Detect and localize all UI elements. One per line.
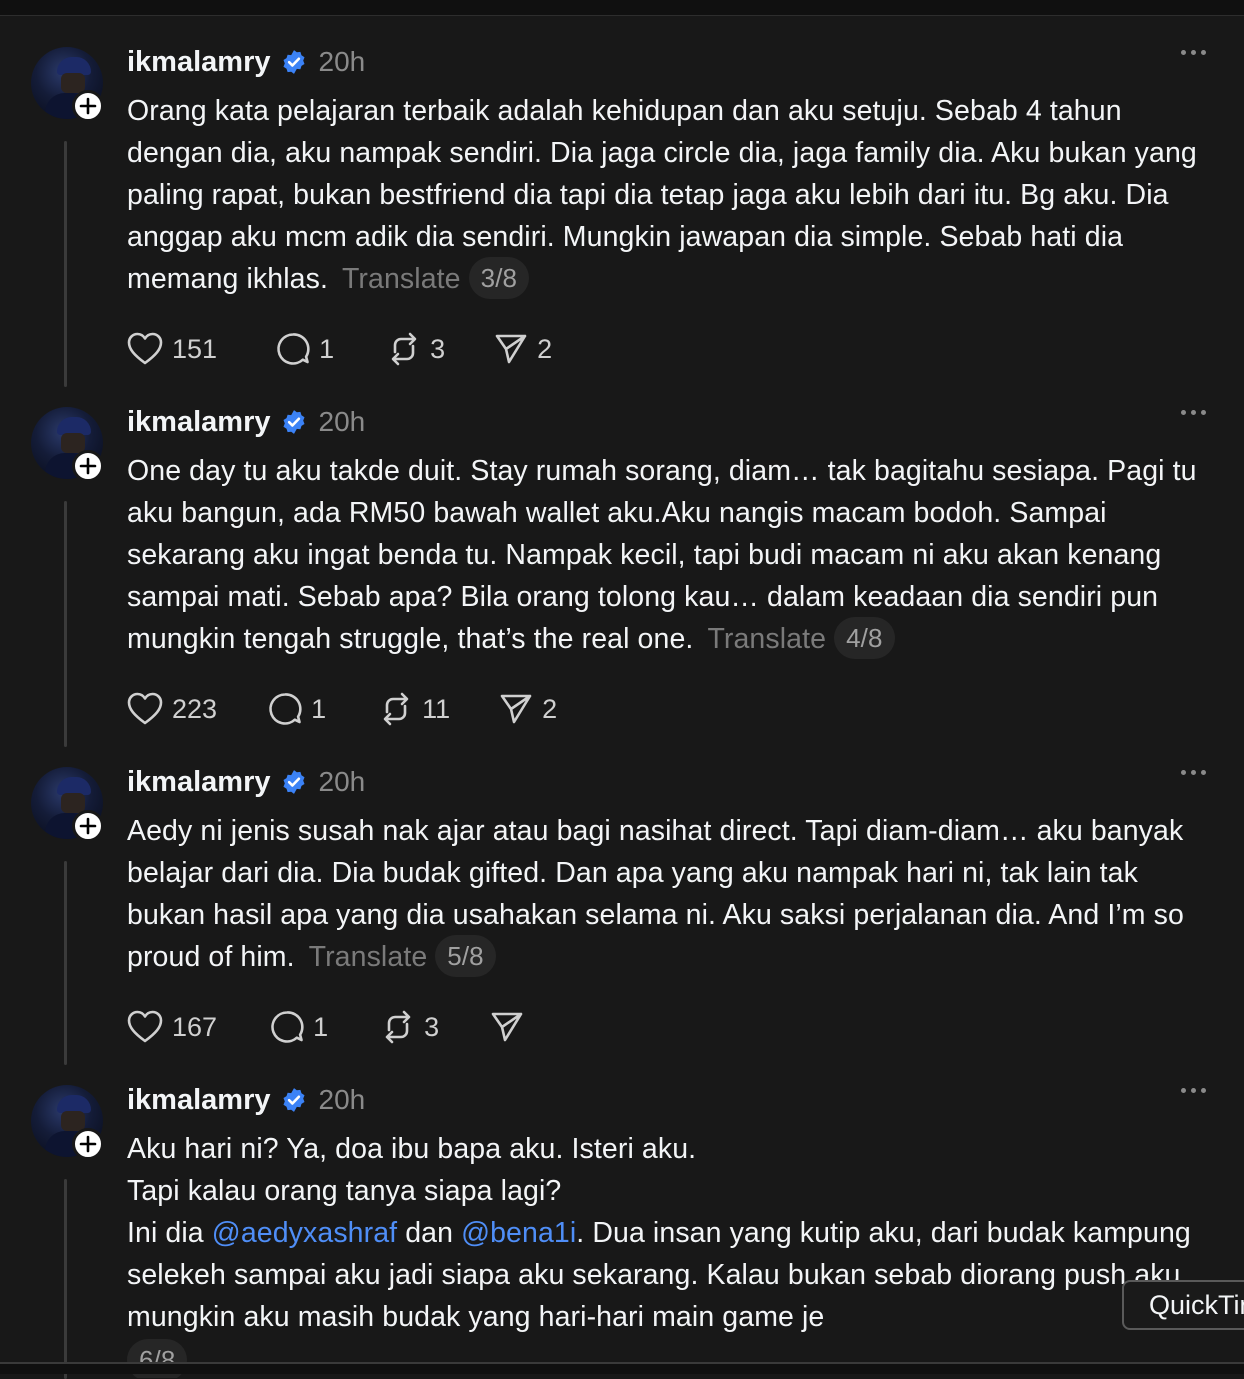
more-options-icon[interactable] [1181,1088,1206,1093]
post-text: Aedy ni jenis susah nak ajar atau bagi n… [127,810,1212,979]
repost-count: 11 [422,693,451,724]
like-button[interactable]: 151 [126,331,217,367]
verified-badge-icon [282,770,305,794]
thread-pager-badge: 4/8 [834,617,895,660]
repost-button[interactable]: 11 [378,691,450,727]
thread-line [64,501,67,747]
reply-button[interactable]: 1 [275,331,334,367]
mention-link[interactable]: @bena1i [461,1217,576,1249]
comment-icon [271,1011,304,1043]
repost-count: 3 [430,333,446,364]
translate-link[interactable]: Translate [342,263,461,295]
repost-button[interactable]: 3 [380,1009,439,1045]
post-text: Aku hari ni? Ya, doa ibu bapa aku. Ister… [127,1128,1212,1378]
more-options-icon[interactable] [1181,50,1206,55]
thread-post: ikmalamry 20h One day tu aku takde duit.… [0,376,1244,747]
send-icon [495,334,527,364]
follow-plus-icon[interactable] [72,810,104,842]
heart-icon [127,1010,163,1043]
follow-plus-icon[interactable] [72,1128,104,1160]
verified-badge-icon [282,50,305,74]
repost-icon [383,692,409,726]
reply-button[interactable]: 1 [267,691,326,727]
top-bar [0,0,1244,16]
heart-icon [127,332,163,365]
username[interactable]: ikmalamry [127,766,271,799]
post-time: 20h [318,1084,366,1115]
thread-pager-badge: 5/8 [435,935,496,978]
post-body: Ini dia [127,1217,212,1249]
heart-icon [127,692,163,725]
like-button[interactable]: 223 [126,691,217,727]
send-icon [500,694,532,724]
post-body: dan [397,1217,462,1249]
post-text: One day tu aku takde duit. Stay rumah so… [127,450,1212,661]
thread-line [64,861,67,1065]
post-actions: 151 1 3 2 [126,329,590,369]
username[interactable]: ikmalamry [127,46,271,79]
post-header: ikmalamry 20h [127,404,365,440]
post-body: One day tu aku takde duit. Stay rumah so… [127,455,1197,655]
reply-button[interactable]: 1 [269,1009,328,1045]
thread-line [64,141,67,387]
reply-count: 1 [319,333,335,364]
like-button[interactable]: 167 [126,1009,217,1045]
post-time: 20h [318,766,366,797]
thread-line [64,1179,67,1379]
share-button[interactable]: 2 [493,331,552,367]
mention-link[interactable]: @aedyxashraf [212,1217,397,1249]
more-options-icon[interactable] [1181,770,1206,775]
share-button[interactable]: 2 [498,691,557,727]
thread-post: ikmalamry 20h Aku hari ni? Ya, doa ibu b… [0,1054,1244,1379]
share-button[interactable] [489,1009,533,1045]
repost-count: 3 [424,1011,440,1042]
post-paragraph: Ini dia @aedyxashraf dan @bena1i. Dua in… [127,1212,1212,1338]
reply-count: 1 [311,693,327,724]
thread-pager-badge: 3/8 [468,257,530,300]
quicktime-tooltip: QuickTime [1122,1280,1244,1330]
follow-plus-icon[interactable] [72,90,104,122]
like-count: 151 [172,333,218,364]
repost-icon [385,1010,411,1044]
post-body: Aedy ni jenis susah nak ajar atau bagi n… [127,815,1184,973]
post-actions: 223 1 11 2 [126,689,595,729]
thread-post: ikmalamry 20h Aedy ni jenis susah nak aj… [0,736,1244,1065]
send-icon [491,1012,523,1042]
verified-badge-icon [282,1088,305,1112]
repost-button[interactable]: 3 [386,331,445,367]
translate-link[interactable]: Translate [707,623,826,655]
more-options-icon[interactable] [1181,410,1206,415]
follow-plus-icon[interactable] [72,450,104,482]
post-time: 20h [318,406,366,437]
post-text: Orang kata pelajaran terbaik adalah kehi… [127,90,1212,301]
verified-badge-icon [282,410,305,434]
post-line: Aku hari ni? Ya, doa ibu bapa aku. Ister… [127,1133,697,1165]
share-count: 2 [537,333,553,364]
post-header: ikmalamry 20h [127,764,365,800]
translate-link[interactable]: Translate [309,941,428,973]
post-time: 20h [318,46,366,77]
post-actions: 167 1 3 [126,1007,571,1047]
like-count: 167 [172,1011,218,1042]
post-body: Orang kata pelajaran terbaik adalah kehi… [127,95,1197,295]
share-count: 2 [542,693,558,724]
post-line: Tapi kalau orang tanya siapa lagi? [127,1175,562,1207]
thread-post: ikmalamry 20h Orang kata pelajaran terba… [0,16,1244,387]
bottom-bar [0,1362,1244,1374]
repost-icon [391,332,417,366]
post-header: ikmalamry 20h [127,44,365,80]
post-header: ikmalamry 20h [127,1082,365,1118]
comment-icon [277,333,310,365]
comment-icon [269,693,302,725]
username[interactable]: ikmalamry [127,1084,271,1117]
reply-count: 1 [313,1011,329,1042]
like-count: 223 [172,693,218,724]
username[interactable]: ikmalamry [127,406,271,439]
